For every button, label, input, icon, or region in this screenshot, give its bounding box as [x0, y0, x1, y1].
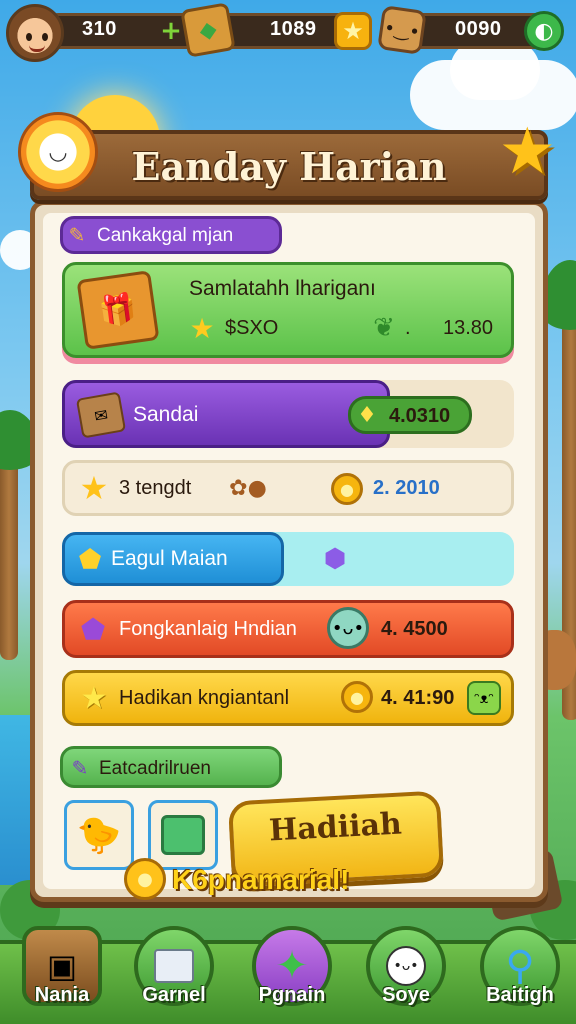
star-corner-icon: ★	[498, 115, 556, 189]
daily-panel: Eanday Harian ◡ ★ ✎ Cankakgal mjan 🎁 Sam…	[18, 112, 556, 902]
shield-icon: ⬟	[78, 545, 102, 575]
reward-card-title: Samlatahh lhariganı	[189, 277, 376, 300]
row-eagul[interactable]: ⬟ Eagul Maian	[62, 532, 284, 586]
row-tengdt-label: 3 tengdt	[119, 477, 192, 499]
avatar-eye	[26, 33, 32, 41]
nav-label: Garnel	[142, 984, 206, 1006]
section-label-2-text: Eatcadrilruen	[99, 758, 211, 779]
panel-title-bar: Eanday Harian	[30, 130, 548, 200]
item-card-2[interactable]	[148, 800, 218, 870]
coin-icon: ●	[124, 858, 166, 900]
row-fongkanlaig[interactable]: ⬟ Fongkanlaig Hndian •ᴗ• 4. 4500	[62, 600, 514, 658]
star-icon: ★	[79, 469, 109, 507]
palm-tree	[0, 460, 18, 660]
resource-value-3: 0090	[455, 18, 502, 40]
gem-icon: ⬟	[80, 612, 106, 646]
nav-label: Nania	[34, 984, 90, 1006]
row-tengdt[interactable]: ★ 3 tengdt ✿● ● 2. 2010	[62, 460, 514, 516]
star-icon[interactable]: ★	[334, 12, 372, 50]
reward-amount: 13.80	[443, 317, 494, 339]
reward-dot: .	[405, 317, 411, 339]
row-tengdt-value: 2. 2010	[373, 477, 440, 499]
cookies-icon: ✿●	[229, 475, 267, 501]
row-sandai-label: Sandai	[133, 403, 199, 426]
row-fongkanlaig-value: 4. 4500	[381, 618, 448, 640]
star-icon: ★	[189, 311, 215, 345]
frog-icon: ᵔᴥᵔ	[467, 681, 501, 715]
player-avatar[interactable]	[6, 4, 64, 62]
section-label-1-text: Cankakgal mjan	[97, 225, 234, 246]
resource-value-2: 1089	[270, 18, 317, 40]
row-sandai[interactable]: ✉ Sandai	[62, 380, 390, 448]
nav-label: Pgnain	[258, 984, 326, 1006]
avatar-mouth	[29, 45, 45, 52]
gift-box-icon	[161, 815, 205, 855]
gingerbread-icon: •‿•	[377, 5, 427, 55]
gem-crate-icon: ◆	[180, 2, 236, 58]
plus-icon[interactable]: +	[160, 16, 182, 46]
gem-icon: ⬢	[323, 544, 347, 574]
row-fongkanlaig-label: Fongkanlaig Hndian	[119, 618, 297, 640]
resource-value-1: 310	[82, 18, 117, 40]
row-hadikan-value: 4. 41:90	[381, 687, 455, 709]
avatar-eye	[42, 33, 48, 41]
sun-badge-icon: ◡	[18, 112, 98, 192]
section-label-2: ✎ Eatcadrilruen	[60, 746, 282, 788]
star-icon: ★	[80, 680, 108, 716]
top-bar: 310 + ◆ 1089 ★ •‿• 0090 ◐	[0, 0, 576, 62]
claim-reward-line-1: Hadiiah	[268, 806, 403, 849]
bottom-nav: ▣ Nania Garnel ✦ Pgnain •ᴗ• Soye ⚲ Baiti…	[0, 926, 576, 1024]
gift-box-icon: 🎁	[76, 270, 160, 350]
row-sandai-value-pill: ♦ 4.0310	[348, 396, 472, 434]
row-hadikan[interactable]: ★ Hadikan kngiantanl ● 4. 41:90 ᵔᴥᵔ	[62, 670, 514, 726]
leaf-icon: ♦	[357, 402, 377, 428]
scroll-icon: ✉	[75, 391, 127, 439]
nav-label: Soye	[382, 984, 430, 1006]
reward-cost: $SXO	[225, 317, 279, 339]
row-hadikan-label: Hadikan kngiantanl	[119, 687, 290, 709]
nav-label: Baitigh	[486, 984, 554, 1006]
section-label-1: ✎ Cankakgal mjan	[60, 216, 282, 254]
creature-icon: •ᴗ•	[327, 607, 369, 649]
item-card-1[interactable]: 🐤	[64, 800, 134, 870]
claim-reward-line-2: K6pnamarial!	[172, 864, 350, 895]
panel-title: Eanday Harian	[131, 144, 447, 189]
golden-bird-icon: 🐤	[76, 815, 122, 856]
daily-reward-card[interactable]: 🎁 Samlatahh lhariganı ★ $SXO ❦ . 13.80	[62, 262, 514, 358]
quill-icon: ✎	[68, 223, 86, 247]
row-sandai-value: 4.0310	[389, 405, 451, 427]
coin-icon[interactable]: ◐	[524, 11, 564, 51]
leaf-icon: ❦	[373, 313, 395, 343]
row-eagul-label: Eagul Maian	[111, 547, 228, 570]
coin-icon: ●	[331, 473, 363, 505]
quill-icon: ✎	[71, 756, 89, 780]
coin-icon: ●	[341, 681, 373, 713]
